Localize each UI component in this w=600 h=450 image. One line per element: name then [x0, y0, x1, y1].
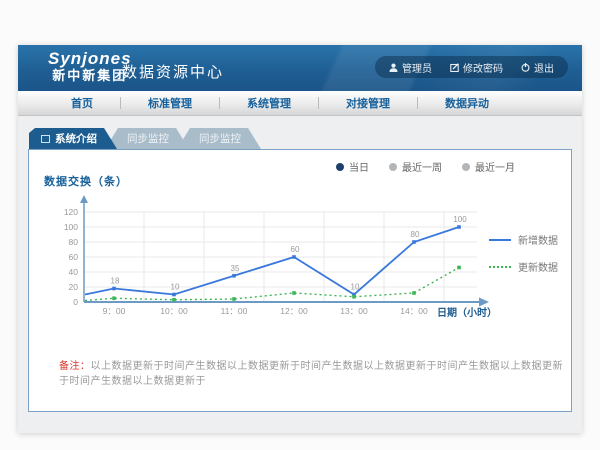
radio-dot-icon: [336, 163, 344, 171]
svg-text:60: 60: [291, 245, 300, 254]
logout-button[interactable]: 退出: [521, 60, 554, 75]
change-password-label: 修改密码: [463, 60, 503, 75]
legend-label: 新增数据: [518, 232, 558, 247]
legend-item-new-data[interactable]: 新增数据: [489, 232, 558, 247]
footnote: 备注：以上数据更新于时间产生数据以上数据更新于时间产生数据以上数据更新于时间产生…: [59, 357, 571, 387]
legend-label: 更新数据: [518, 259, 558, 274]
svg-text:0: 0: [73, 297, 78, 307]
svg-text:9：00: 9：00: [103, 306, 126, 316]
document-icon: [41, 135, 50, 143]
svg-text:14：00: 14：00: [400, 306, 428, 316]
nav-item-standard-mgmt[interactable]: 标准管理: [121, 95, 219, 111]
svg-text:35: 35: [231, 264, 240, 273]
chart-legend: 新增数据 更新数据: [489, 232, 558, 274]
brand-logo: Synjones 新中新集团: [48, 50, 132, 83]
nav-item-data-change[interactable]: 数据异动: [418, 95, 516, 111]
svg-text:11：00: 11：00: [221, 306, 248, 316]
tab-label: 系统介绍: [55, 131, 97, 146]
svg-text:12：00: 12：00: [280, 306, 308, 316]
svg-text:80: 80: [411, 230, 420, 239]
svg-text:日期（小时）: 日期（小时）: [437, 306, 497, 319]
svg-text:10：00: 10：00: [160, 306, 188, 316]
radio-dot-icon: [462, 163, 470, 171]
svg-text:60: 60: [69, 252, 79, 262]
logo-text-cn: 新中新集团: [48, 69, 132, 83]
page-title: 数据资源中心: [122, 61, 224, 82]
svg-text:80: 80: [69, 237, 79, 247]
tab-label: 同步监控: [199, 131, 241, 146]
legend-line-dotted-icon: [489, 266, 511, 268]
y-axis-title: 数据交换（条）: [44, 173, 128, 189]
user-name-button[interactable]: 管理员: [389, 60, 432, 75]
svg-text:10: 10: [351, 283, 360, 292]
radio-label: 当日: [349, 159, 369, 174]
logout-label: 退出: [534, 60, 554, 75]
time-range-selector: 当日 最近一周 最近一月: [336, 159, 515, 174]
svg-text:10: 10: [171, 283, 180, 292]
tab-label: 同步监控: [127, 131, 169, 146]
svg-text:120: 120: [64, 207, 78, 217]
nav-item-system-mgmt[interactable]: 系统管理: [220, 95, 318, 111]
power-icon: [521, 63, 530, 72]
svg-text:100: 100: [64, 222, 78, 232]
tab-sync-monitor-2[interactable]: 同步监控: [177, 128, 261, 149]
radio-today[interactable]: 当日: [336, 159, 369, 174]
edit-icon: [450, 63, 459, 72]
nav-item-home[interactable]: 首页: [44, 95, 120, 111]
line-chart: 0 20 40 60 80 100 120 9：00 10：00 11：00 12：00 13：00 1…: [39, 190, 509, 330]
tab-bar: 系统介绍 同步监控 同步监控: [29, 128, 572, 149]
chart-panel: 当日 最近一周 最近一月 数据交换（条） 0 20 40 60 80 100 120 9：00…: [28, 149, 572, 412]
change-password-button[interactable]: 修改密码: [450, 60, 503, 75]
top-header: Synjones 新中新集团 数据资源中心 管理员 修改密码 退出: [18, 45, 582, 91]
user-toolbar: 管理员 修改密码 退出: [375, 56, 568, 78]
footnote-text: 以上数据更新于时间产生数据以上数据更新于时间产生数据以上数据更新于时间产生数据以…: [59, 361, 563, 387]
logo-text-en: Synjones: [48, 50, 132, 69]
main-nav: 首页 标准管理 系统管理 对接管理 数据异动: [18, 91, 582, 116]
radio-label: 最近一周: [402, 159, 442, 174]
legend-item-updated-data[interactable]: 更新数据: [489, 259, 558, 274]
content-area: 系统介绍 同步监控 同步监控 当日 最近一周: [18, 117, 582, 433]
footnote-prefix: 备注：: [59, 361, 91, 372]
user-icon: [389, 63, 398, 72]
radio-label: 最近一月: [475, 159, 515, 174]
svg-text:20: 20: [69, 282, 79, 292]
radio-dot-icon: [389, 163, 397, 171]
tab-sync-monitor-1[interactable]: 同步监控: [105, 128, 189, 149]
radio-last-month[interactable]: 最近一月: [462, 159, 515, 174]
tab-system-intro[interactable]: 系统介绍: [29, 128, 117, 149]
svg-text:18: 18: [111, 277, 120, 286]
legend-line-solid-icon: [489, 239, 511, 241]
user-name-label: 管理员: [402, 60, 432, 75]
app-window: Synjones 新中新集团 数据资源中心 管理员 修改密码 退出 首页 标准管…: [18, 45, 582, 433]
nav-item-interface-mgmt[interactable]: 对接管理: [319, 95, 417, 111]
svg-text:100: 100: [453, 215, 467, 224]
radio-last-week[interactable]: 最近一周: [389, 159, 442, 174]
svg-text:40: 40: [69, 267, 79, 277]
svg-text:13：00: 13：00: [340, 306, 368, 316]
